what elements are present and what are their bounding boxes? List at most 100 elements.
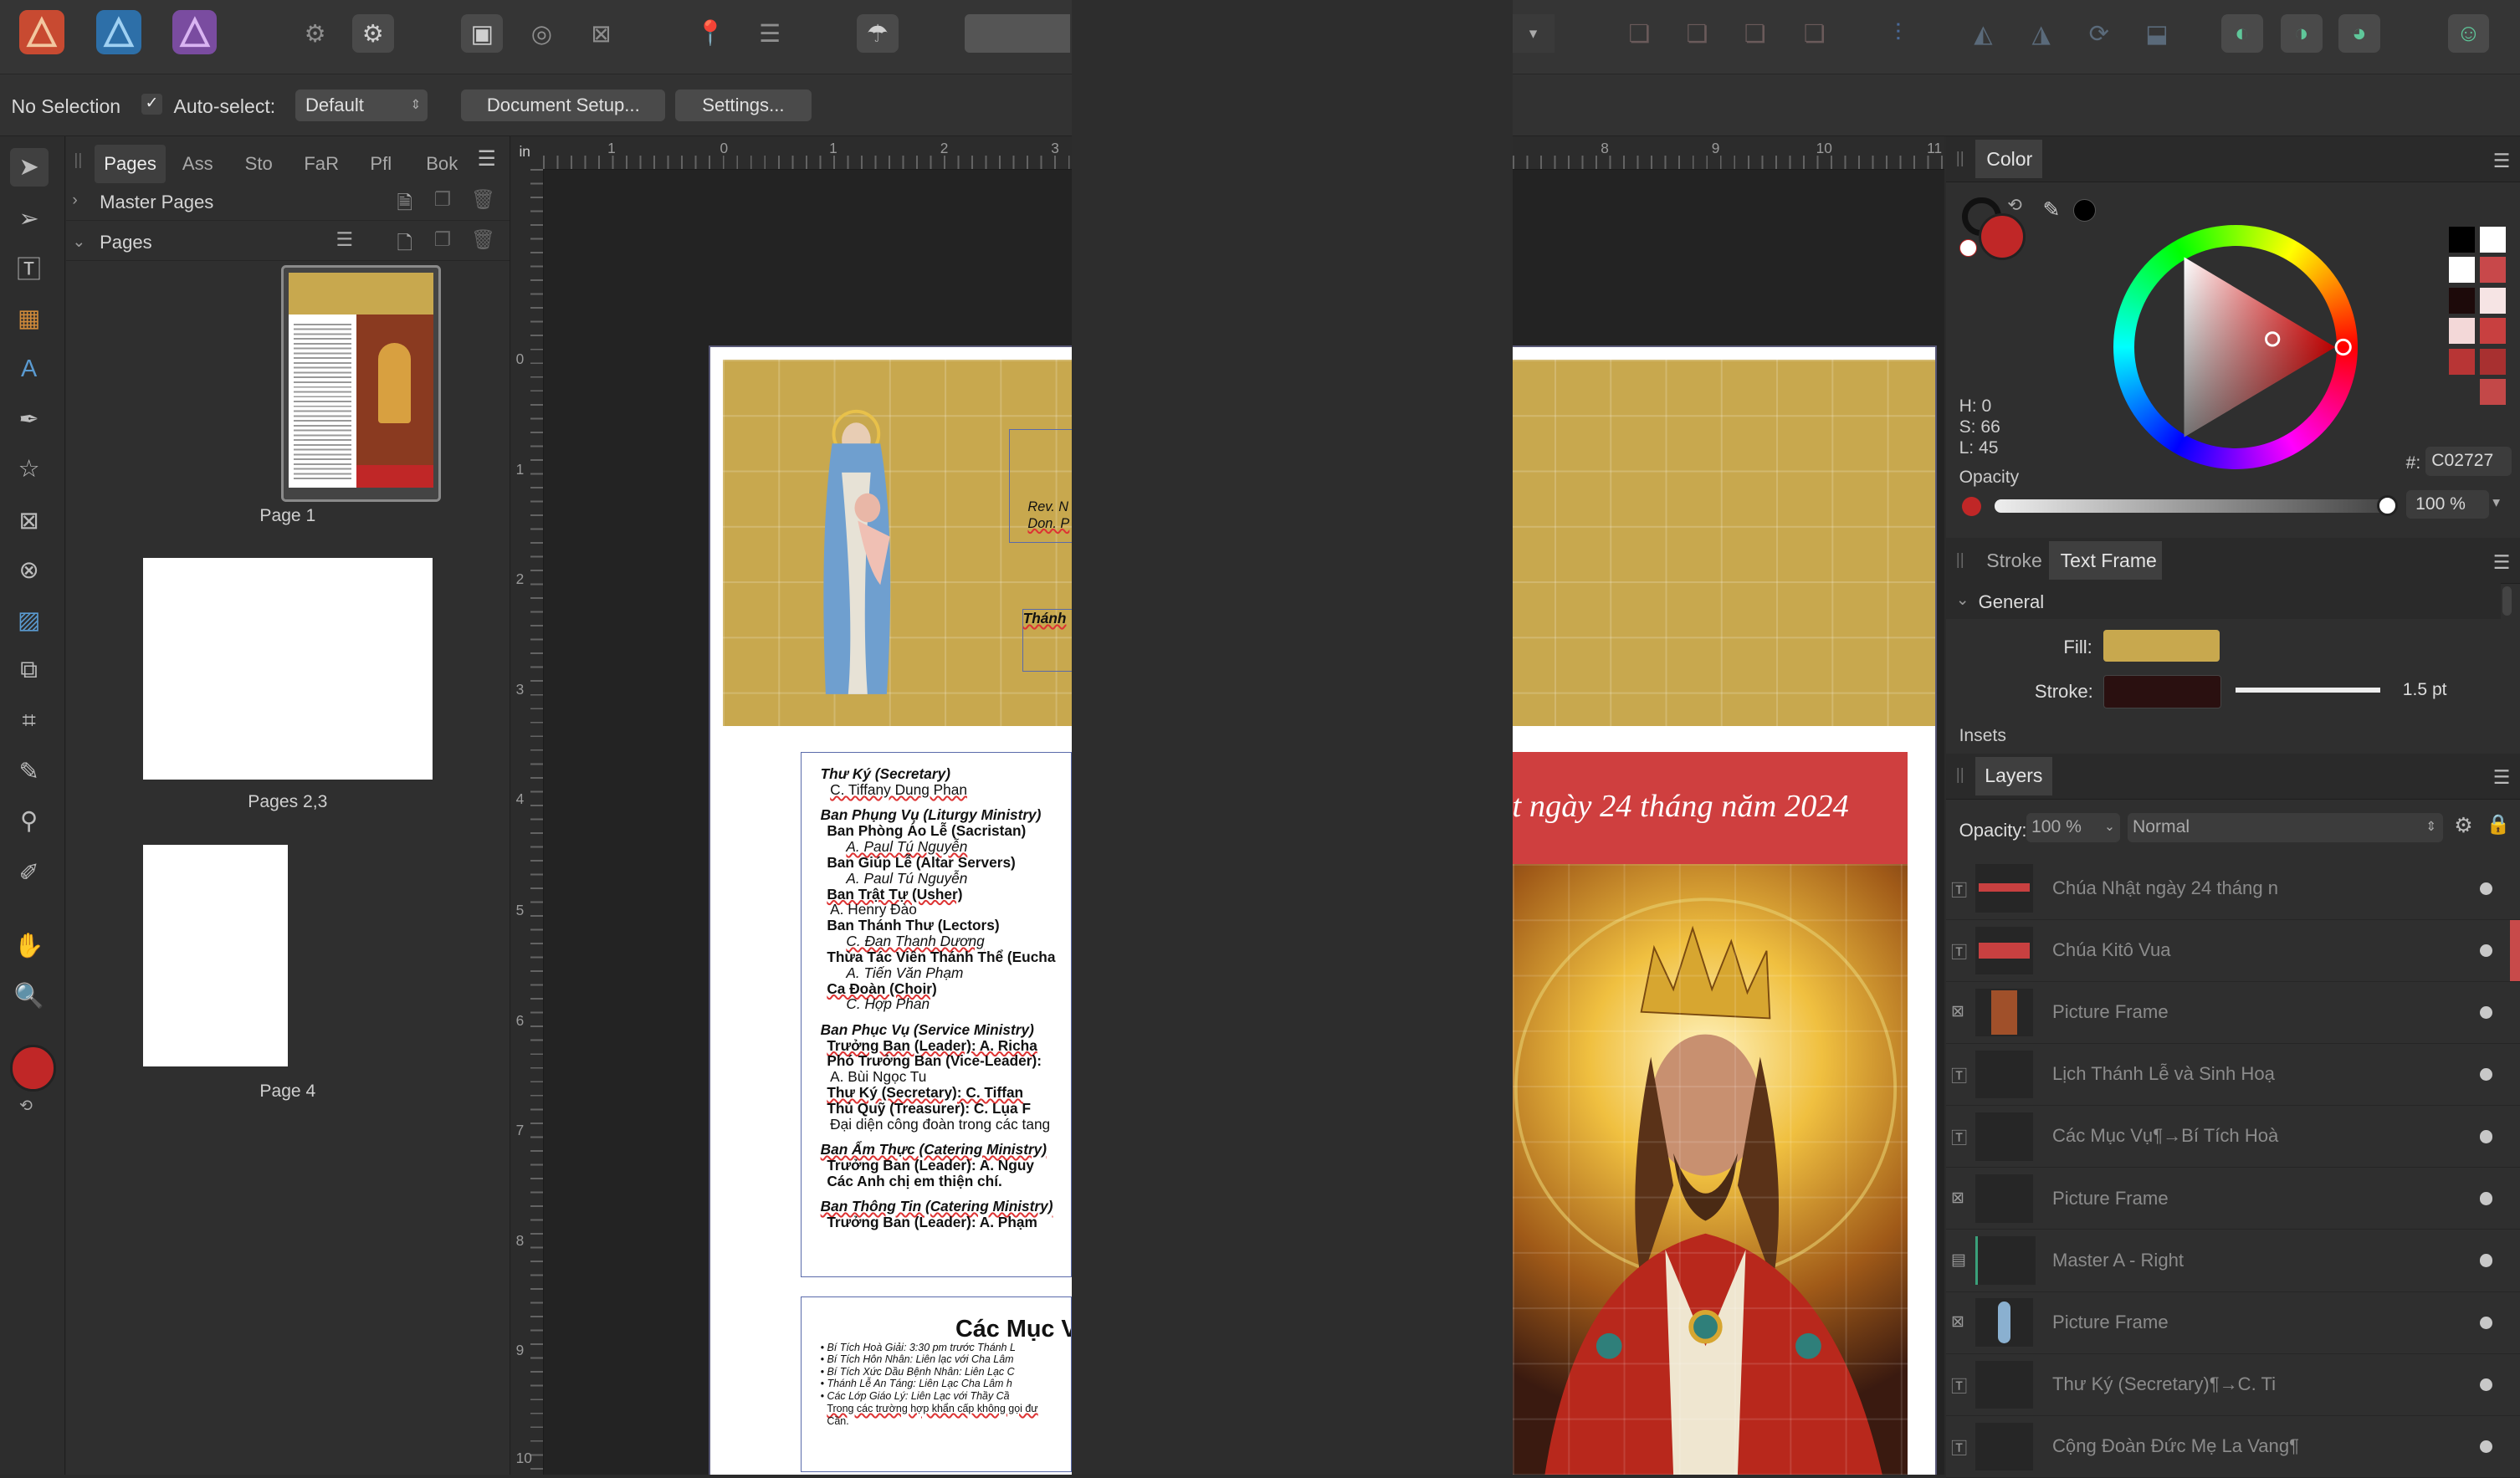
hand-tool-icon[interactable]: ✋ [10,927,49,965]
tab-color[interactable]: Color [1975,140,2043,179]
visibility-toggle[interactable] [2479,1316,2493,1329]
publisher-persona-icon[interactable] [19,9,64,55]
stroke-color-button[interactable] [2103,674,2221,709]
color-swatch[interactable] [2449,318,2476,345]
fill-color-well[interactable] [1978,213,2026,261]
boolean-add-icon[interactable]: ◐ [2220,14,2263,54]
layer-row[interactable]: 🅃 Chúa Kitô Vua [1946,919,2520,982]
bleed-view-icon[interactable]: ◎ [520,14,562,53]
fill-tool-icon[interactable]: ✎ [10,752,49,790]
tab-pages[interactable]: Pages [95,144,166,183]
master-pages-section[interactable]: › Master Pages 🗎 ❐ 🗑 [65,182,510,222]
color-swatch[interactable] [2479,379,2506,406]
fill-color-button[interactable] [2103,629,2220,662]
layer-row[interactable]: 🅃 Lịch Thánh Lễ và Sinh Hoạ [1946,1044,2520,1107]
layer-row[interactable]: 🅃 Thư Ký (Secretary)¶→C. Ti [1946,1353,2520,1416]
align-icon[interactable]: ⫶ [1877,14,1919,53]
arrange-backward-icon[interactable]: ❏ [1676,14,1718,53]
color-swatch[interactable] [2479,348,2506,375]
scrollbar[interactable] [2502,586,2512,616]
tab-stock[interactable]: Sto [233,145,284,183]
move-tool-icon[interactable]: ➤ [9,147,49,187]
color-triangle[interactable] [2113,225,2358,469]
chevron-down-icon[interactable]: ▾ [2492,494,2500,511]
pin-icon[interactable]: 📍 [689,14,731,53]
chevron-down-icon[interactable]: ▾ [1512,14,1555,54]
flip-horizontal-icon[interactable]: ◭ [1962,14,2004,53]
preflight-icon[interactable]: ⚙ [351,14,394,54]
stroke-width-slider[interactable] [2235,688,2380,693]
auto-select-dropdown[interactable]: Default ⇕ [295,89,428,122]
tab-find-replace[interactable]: FaR [295,145,346,183]
toolbar-dropdown[interactable] [964,14,1071,54]
color-swatch[interactable] [2479,226,2506,253]
general-section[interactable]: ⌄ General [1946,583,2501,619]
tab-preflight[interactable]: Pfl [356,145,407,183]
photo-persona-icon[interactable] [172,9,218,55]
pages-2-3-thumbnail[interactable] [142,557,433,780]
no-color-icon[interactable] [1959,239,1977,258]
table-tool-icon[interactable]: ▦ [10,299,49,337]
layer-row[interactable]: ▤ Master A - Right [1946,1230,2520,1292]
red-banner-frame[interactable]: t ngày 24 tháng năm 2024 [1512,751,1908,865]
picked-color-swatch[interactable] [2072,199,2096,222]
layer-opacity-input[interactable]: 100 % ⌄ [2026,812,2120,842]
color-swatch[interactable] [2479,318,2506,345]
tab-assets[interactable]: Ass [172,145,223,183]
opacity-input[interactable]: 100 % [2405,489,2490,519]
pinning-tool-icon[interactable]: ⧉ [10,651,49,689]
panel-menu-icon[interactable]: ☰ [2493,551,2511,574]
node-tool-icon[interactable]: ➢ [10,199,49,238]
color-swatch[interactable] [2479,287,2506,314]
tab-text-frame[interactable]: Text Frame [2049,541,2162,580]
color-swatch[interactable] [2449,226,2476,253]
panel-menu-icon[interactable]: ☰ [478,146,496,171]
visibility-toggle[interactable] [2479,1130,2493,1143]
color-swatch[interactable] [2479,257,2506,284]
swap-colors-icon[interactable]: ⟲ [2007,194,2022,216]
visibility-toggle[interactable] [2479,1068,2493,1082]
boolean-intersect-icon[interactable]: ◕ [2338,14,2380,54]
page-4-thumbnail[interactable] [142,845,288,1067]
normal-view-icon[interactable]: ▣ [461,14,504,54]
transform-icon[interactable]: ⬓ [2136,14,2178,53]
christ-the-king-image[interactable] [1512,864,1908,1475]
settings-button[interactable]: Settings... [674,89,812,122]
page-options-icon[interactable]: ☰ [335,228,353,251]
color-swatch[interactable] [2449,287,2476,314]
color-picker-tool-icon[interactable]: ✐ [10,853,49,892]
shape-tool-icon[interactable]: ☆ [10,450,49,488]
hex-input[interactable]: C02727 [2425,446,2512,476]
layer-row[interactable]: 🅃 Cộng Đoàn Đức Mẹ La Vang¶ [1946,1416,2520,1478]
visibility-toggle[interactable] [2479,1192,2493,1205]
designer-persona-icon[interactable] [96,9,142,55]
color-wheel[interactable] [2113,224,2358,469]
panel-menu-icon[interactable]: ☰ [2493,150,2511,172]
rotate-icon[interactable]: ⟳ [2078,14,2120,53]
flip-vertical-icon[interactable]: ◮ [2021,14,2062,53]
swap-colors-icon[interactable]: ⟲ [19,1096,33,1116]
document-setup-button[interactable]: Document Setup... [461,89,666,122]
layer-row[interactable]: ⊠ Picture Frame [1946,1168,2520,1230]
page-1-thumbnail[interactable] [281,264,441,502]
layer-row[interactable]: ⊠ Picture Frame [1946,982,2520,1045]
color-swatch[interactable] [2449,348,2476,375]
user-account-icon[interactable]: ☺ [2447,14,2490,54]
visibility-toggle[interactable] [2479,1378,2493,1392]
settings-gear-icon[interactable]: ⚙ [295,14,336,53]
pen-tool-icon[interactable]: ✒ [10,400,49,438]
add-master-icon[interactable]: 🗎 [397,188,412,222]
add-page-icon[interactable]: 🗋 [397,228,412,262]
place-image-tool-icon[interactable]: ▨ [10,601,49,639]
virgin-mary-image[interactable] [803,408,915,701]
visibility-toggle[interactable] [2479,1440,2493,1454]
clip-view-icon[interactable]: ⊠ [580,14,622,53]
pages-section[interactable]: ⌄ Pages ☰ 🗋 ❐ 🗑 [65,222,510,262]
arrange-back-icon[interactable]: ❏ [1618,14,1660,53]
color-swatch[interactable] [2449,379,2476,406]
opacity-slider-handle[interactable] [2377,494,2399,516]
lock-icon[interactable]: 🔒 [2487,813,2511,836]
visibility-toggle[interactable] [2479,944,2493,958]
artistic-text-tool-icon[interactable]: A [10,350,49,389]
ministries-text-frame[interactable]: Các Mục V • Bí Tích Hoà Giải: 3:30 pm tr… [800,1296,1073,1472]
